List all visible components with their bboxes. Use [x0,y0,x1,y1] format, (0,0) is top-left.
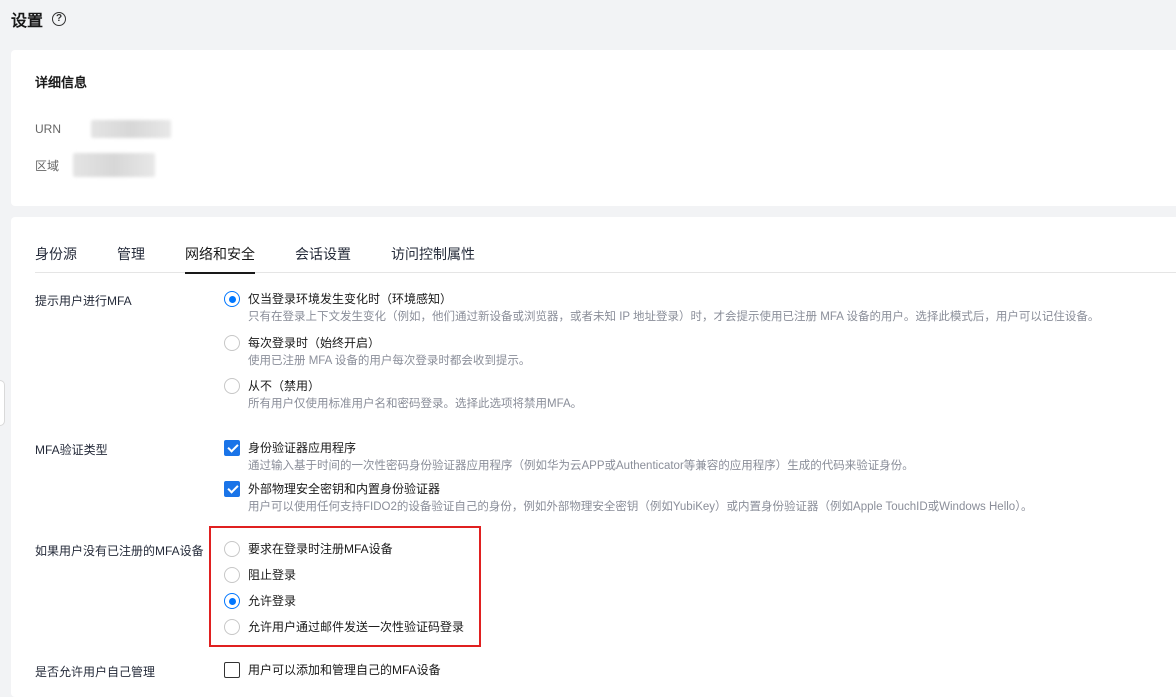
mfa-prompt-option-always[interactable]: 每次登录时（始终开启） 使用已注册 MFA 设备的用户每次登录时都会收到提示。 [224,335,531,368]
mfa-prompt-label: 提示用户进行MFA [35,294,132,308]
highlight-annotation-box [209,526,481,647]
option-title: 身份验证器应用程序 [248,441,357,455]
option-title: 仅当登录环境发生变化时（环境感知） [248,292,453,306]
tab-network-security[interactable]: 网络和安全 [185,243,255,274]
self-manage-label: 是否允许用户自己管理 [35,665,156,679]
side-collapse-handle[interactable] [0,380,5,426]
region-row: 区域 [35,153,156,177]
urn-row: URN [35,120,171,138]
radio-button[interactable] [224,335,240,351]
option-description: 所有用户仅使用标准用户名和密码登录。选择此选项将禁用MFA。 [248,398,583,410]
option-title: 从不（禁用） [248,379,321,393]
option-description: 通过输入基于时间的一次性密码身份验证器应用程序（例如华为云APP或Authent… [248,460,914,472]
mfa-prompt-option-never[interactable]: 从不（禁用） 所有用户仅使用标准用户名和密码登录。选择此选项将禁用MFA。 [224,378,583,411]
tab-access-control-attributes[interactable]: 访问控制属性 [391,243,475,273]
mfa-type-option-security-key[interactable]: 外部物理安全密钥和内置身份验证器 用户可以使用任何支持FIDO2的设备验证自己的… [224,481,1033,514]
radio-button[interactable] [224,378,240,394]
mfa-prompt-option-context-aware[interactable]: 仅当登录环境发生变化时（环境感知） 只有在登录上下文发生变化（例如，他们通过新设… [224,291,1100,324]
checkbox[interactable] [224,662,240,678]
radio-button[interactable] [224,291,240,307]
tab-identity-source[interactable]: 身份源 [35,243,77,273]
option-description: 只有在登录上下文发生变化（例如，他们通过新设备或浏览器，或者未知 IP 地址登录… [248,311,1100,323]
mfa-type-label: MFA验证类型 [35,443,108,457]
no-mfa-device-label: 如果用户没有已注册的MFA设备 [35,544,204,558]
self-manage-option[interactable]: 用户可以添加和管理自己的MFA设备 [224,662,441,678]
checkbox[interactable] [224,481,240,497]
details-card: 详细信息 URN 区域 [11,50,1176,206]
urn-value-redacted [91,120,171,138]
option-title: 每次登录时（始终开启） [248,336,381,350]
tab-bar: 身份源 管理 网络和安全 会话设置 访问控制属性 [35,243,1176,274]
option-title: 用户可以添加和管理自己的MFA设备 [248,663,441,677]
tab-session-settings[interactable]: 会话设置 [295,243,351,273]
region-label: 区域 [35,158,60,173]
help-circle-icon[interactable]: ? [52,12,67,26]
settings-card: 身份源 管理 网络和安全 会话设置 访问控制属性 提示用户进行MFA 仅当登录环… [11,217,1176,697]
region-value-redacted [73,153,156,177]
option-description: 用户可以使用任何支持FIDO2的设备验证自己的身份，例如外部物理安全密钥（例如Y… [248,501,1033,513]
page-title: 设置 [11,13,44,30]
urn-label: URN [35,122,61,136]
option-description: 使用已注册 MFA 设备的用户每次登录时都会收到提示。 [248,355,531,367]
details-title: 详细信息 [35,75,88,90]
tab-management[interactable]: 管理 [117,243,145,273]
page-header: 设置 ? [11,7,67,31]
mfa-type-option-authenticator-app[interactable]: 身份验证器应用程序 通过输入基于时间的一次性密码身份验证器应用程序（例如华为云A… [224,440,914,473]
checkbox[interactable] [224,440,240,456]
option-title: 外部物理安全密钥和内置身份验证器 [248,482,441,496]
